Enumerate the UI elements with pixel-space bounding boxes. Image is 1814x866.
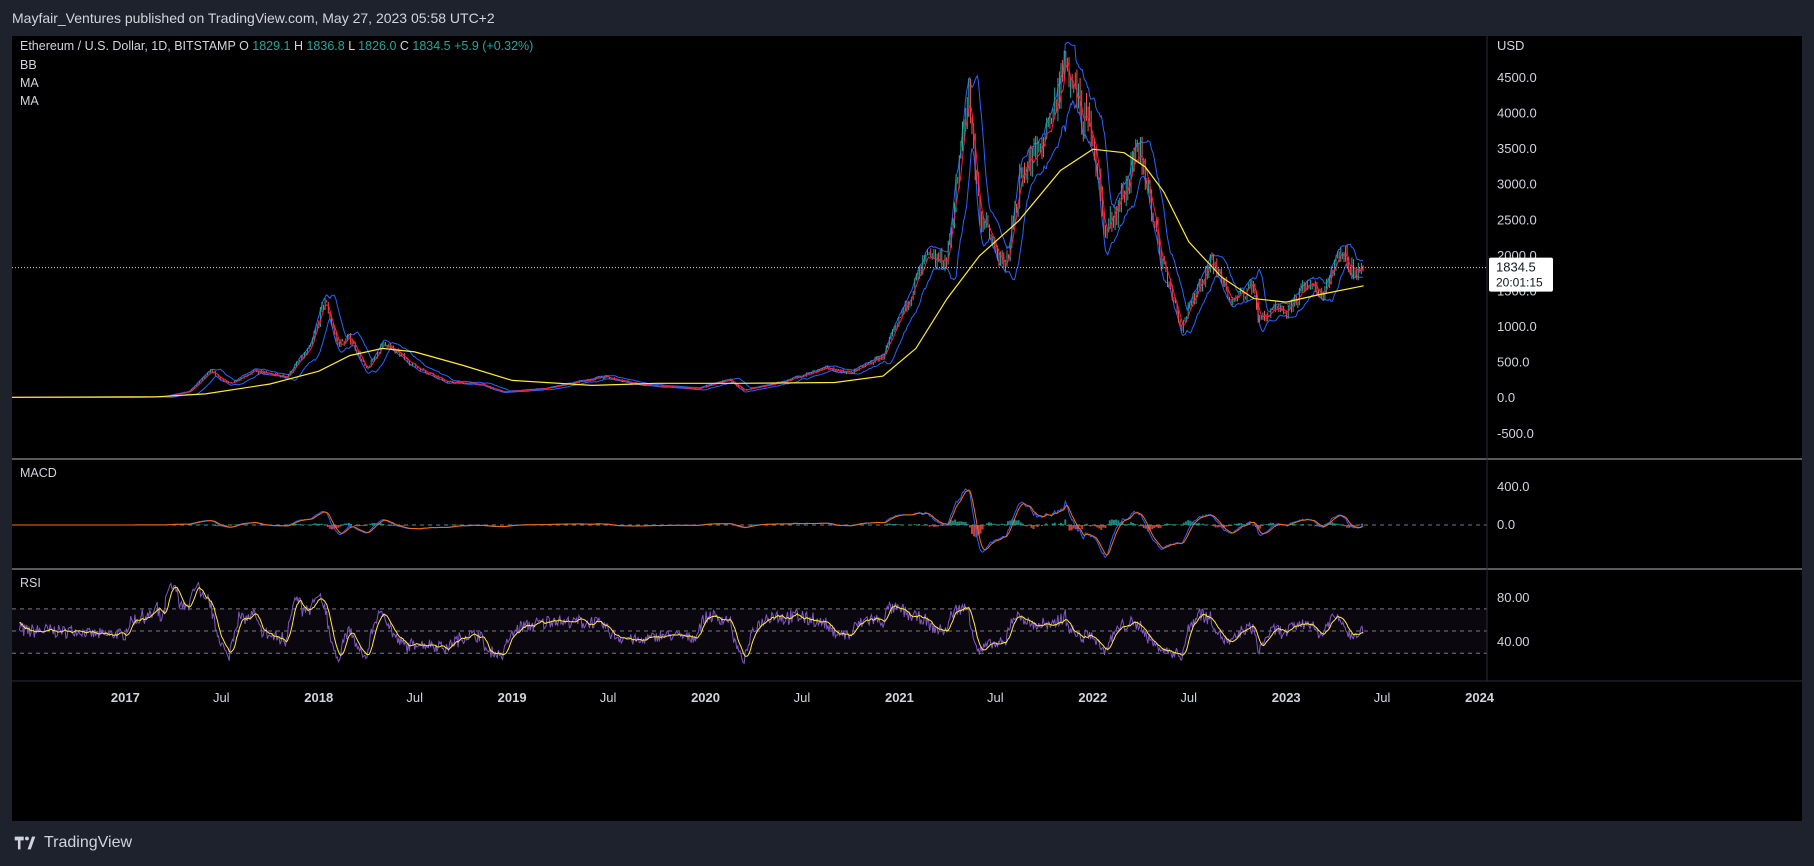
time-tick-label: Jul [1180,690,1197,705]
bollinger-lower-band [12,99,1364,399]
bollinger-upper-band [12,41,1364,398]
rsi-tick-label: 80.00 [1497,590,1530,605]
legend-part: 1826.0 [358,39,400,53]
indicator-label: MA [20,94,39,108]
price-tick-label: -500.0 [1497,426,1534,441]
legend-part: Ethereum / U.S. Dollar, 1D, BITSTAMP [20,39,239,53]
tradingview-logo-icon [14,836,36,850]
time-tick-label: 2020 [691,690,720,705]
price-tick-label: 4500.0 [1497,70,1537,85]
price-tick-label: 3500.0 [1497,141,1537,156]
legend-part: 1829.1 [252,39,294,53]
price-axis-currency: USD [1497,38,1524,53]
ma-slow-line [12,148,1364,398]
time-tick-label: 2022 [1078,690,1107,705]
price-tick-label: 0.0 [1497,390,1515,405]
macd-line [12,488,1364,558]
legend-part: O [239,39,252,53]
ohlc-legend: Ethereum / U.S. Dollar, 1D, BITSTAMP O 1… [20,39,533,53]
countdown-label: 20:01:15 [1496,276,1543,290]
publisher-bar: Mayfair_Ventures published on TradingVie… [0,0,1814,36]
time-tick-label: Jul [213,690,230,705]
macd-tick-label: 0.0 [1497,517,1515,532]
macd-tick-label: 400.0 [1497,479,1530,494]
legend-part: H [294,39,307,53]
ma-fast-line [12,62,1364,399]
time-tick-label: Jul [406,690,423,705]
legend-part: L [348,39,358,53]
time-tick-label: Jul [987,690,1004,705]
time-tick-label: 2018 [304,690,333,705]
time-tick-label: 2024 [1465,690,1495,705]
last-price-label: 1834.5 [1496,260,1536,275]
price-chart-svg[interactable]: USD4500.04000.03500.03000.02500.02000.01… [12,36,1802,821]
price-tick-label: 4000.0 [1497,106,1537,121]
macd-pane-label: MACD [20,466,57,480]
chart-area[interactable]: USD 4500.0 4000.0 3500.0 3000.0 2500.0 2000.0 1… [12,36,1802,821]
legend-part: C [400,39,413,53]
price-tick-label: 2500.0 [1497,212,1537,227]
time-tick-label: 2023 [1272,690,1301,705]
time-tick-label: Jul [1374,690,1391,705]
rsi-pane-label: RSI [20,576,41,590]
indicator-label: BB [20,58,37,72]
legend-part: +5.9 (+0.32%) [454,39,533,53]
legend-part: 1836.8 [306,39,348,53]
tradingview-brand[interactable]: TradingView [12,834,132,852]
rsi-tick-label: 40.00 [1497,634,1530,649]
time-tick-label: 2021 [885,690,914,705]
indicator-label: MA [20,76,39,90]
tradingview-brand-text: TradingView [44,834,133,851]
price-tick-label: 500.0 [1497,355,1530,370]
time-tick-label: Jul [794,690,811,705]
legend-part: 1834.5 [412,39,454,53]
publisher-text: Mayfair_Ventures published on TradingVie… [12,10,495,26]
price-tick-label: 3000.0 [1497,177,1537,192]
time-tick-label: 2019 [498,690,527,705]
footer-bar: TradingView [0,822,1814,866]
time-tick-label: 2017 [111,690,140,705]
time-tick-label: Jul [600,690,617,705]
macd-signal-line [12,490,1364,556]
price-tick-label: 1000.0 [1497,319,1537,334]
